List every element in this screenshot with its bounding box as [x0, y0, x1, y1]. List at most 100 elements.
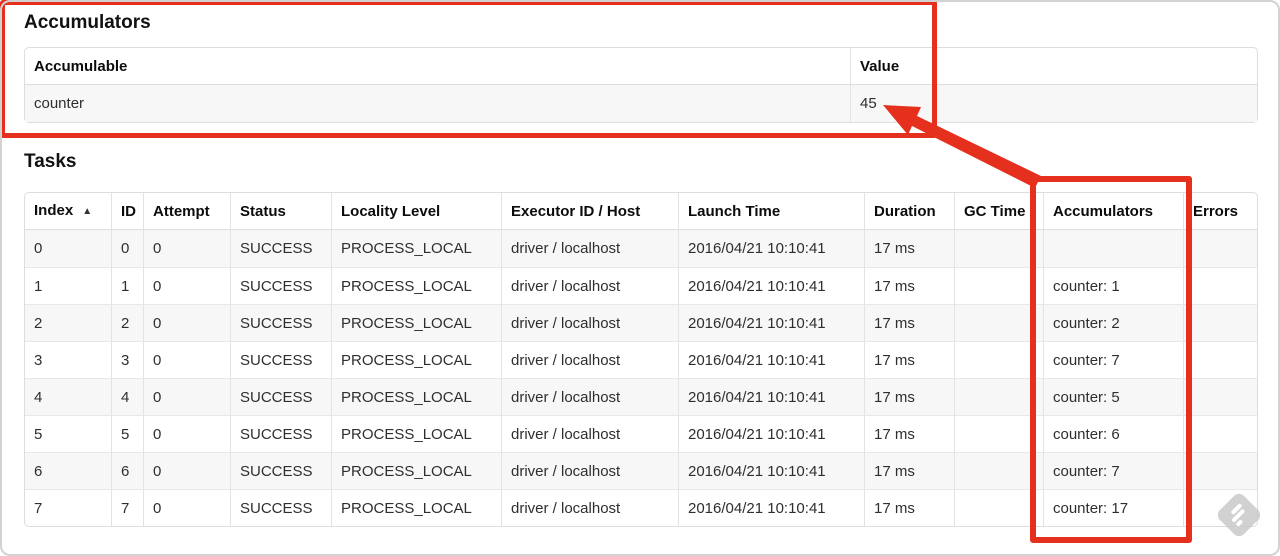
id-cell: 2	[111, 304, 143, 341]
launch-time-cell: 2016/04/21 10:10:41	[678, 341, 864, 378]
column-header-executor-id-host[interactable]: Executor ID / Host	[501, 193, 678, 230]
launch-time-cell: 2016/04/21 10:10:41	[678, 304, 864, 341]
index-cell: 4	[25, 378, 111, 415]
index-cell: 7	[25, 489, 111, 526]
column-header-id[interactable]: ID	[111, 193, 143, 230]
attempt-cell: 0	[143, 378, 230, 415]
column-header-accumulable[interactable]: Accumulable	[25, 48, 850, 85]
id-cell: 7	[111, 489, 143, 526]
column-header-duration[interactable]: Duration	[864, 193, 954, 230]
id-cell: 6	[111, 452, 143, 489]
column-header-attempt[interactable]: Attempt	[143, 193, 230, 230]
column-header-locality-level[interactable]: Locality Level	[331, 193, 501, 230]
task-row: 7 7 0 SUCCESS PROCESS_LOCAL driver / loc…	[25, 489, 1257, 526]
duration-cell: 17 ms	[864, 267, 954, 304]
sort-asc-icon[interactable]: ▲	[82, 206, 92, 217]
task-row: 6 6 0 SUCCESS PROCESS_LOCAL driver / loc…	[25, 452, 1257, 489]
index-cell: 0	[25, 230, 111, 267]
gc-time-cell	[954, 230, 1043, 267]
gc-time-cell	[954, 304, 1043, 341]
accumulators-cell	[1043, 230, 1183, 267]
errors-cell	[1183, 452, 1257, 489]
column-header-errors[interactable]: Errors	[1183, 193, 1257, 230]
status-cell: SUCCESS	[230, 341, 331, 378]
id-cell: 3	[111, 341, 143, 378]
index-cell: 2	[25, 304, 111, 341]
task-row: 2 2 0 SUCCESS PROCESS_LOCAL driver / loc…	[25, 304, 1257, 341]
status-cell: SUCCESS	[230, 267, 331, 304]
column-header-index[interactable]: Index ▲	[25, 193, 111, 230]
errors-cell	[1183, 415, 1257, 452]
duration-cell: 17 ms	[864, 452, 954, 489]
launch-time-cell: 2016/04/21 10:10:41	[678, 415, 864, 452]
attempt-cell: 0	[143, 415, 230, 452]
status-cell: SUCCESS	[230, 230, 331, 267]
accumulators-cell: counter: 7	[1043, 452, 1183, 489]
column-header-status[interactable]: Status	[230, 193, 331, 230]
status-cell: SUCCESS	[230, 415, 331, 452]
accumulators-header-row: Accumulable Value	[25, 48, 1257, 85]
accumulators-cell: counter: 17	[1043, 489, 1183, 526]
executor-cell: driver / localhost	[501, 267, 678, 304]
attempt-cell: 0	[143, 341, 230, 378]
executor-cell: driver / localhost	[501, 230, 678, 267]
duration-cell: 17 ms	[864, 489, 954, 526]
tasks-header-row: Index ▲ ID Attempt Status Locality Level …	[25, 193, 1257, 230]
id-cell: 1	[111, 267, 143, 304]
index-cell: 1	[25, 267, 111, 304]
id-cell: 0	[111, 230, 143, 267]
launch-time-cell: 2016/04/21 10:10:41	[678, 489, 864, 526]
task-row: 5 5 0 SUCCESS PROCESS_LOCAL driver / loc…	[25, 415, 1257, 452]
errors-cell	[1183, 489, 1257, 526]
executor-cell: driver / localhost	[501, 452, 678, 489]
page-content: Accumulators Accumulable Value counter 4…	[24, 12, 1258, 527]
status-cell: SUCCESS	[230, 378, 331, 415]
duration-cell: 17 ms	[864, 341, 954, 378]
task-row: 1 1 0 SUCCESS PROCESS_LOCAL driver / loc…	[25, 267, 1257, 304]
accumulators-cell: counter: 7	[1043, 341, 1183, 378]
gc-time-cell	[954, 267, 1043, 304]
column-header-value[interactable]: Value	[850, 48, 1257, 85]
column-header-gc-time[interactable]: GC Time	[954, 193, 1043, 230]
errors-cell	[1183, 341, 1257, 378]
accumulators-cell: counter: 2	[1043, 304, 1183, 341]
attempt-cell: 0	[143, 304, 230, 341]
duration-cell: 17 ms	[864, 415, 954, 452]
attempt-cell: 0	[143, 489, 230, 526]
column-header-launch-time[interactable]: Launch Time	[678, 193, 864, 230]
duration-cell: 17 ms	[864, 304, 954, 341]
accumulable-value-cell: 45	[850, 85, 1257, 122]
status-cell: SUCCESS	[230, 452, 331, 489]
locality-cell: PROCESS_LOCAL	[331, 304, 501, 341]
locality-cell: PROCESS_LOCAL	[331, 267, 501, 304]
gc-time-cell	[954, 415, 1043, 452]
executor-cell: driver / localhost	[501, 415, 678, 452]
gc-time-cell	[954, 341, 1043, 378]
column-header-accumulators[interactable]: Accumulators	[1043, 193, 1183, 230]
errors-cell	[1183, 378, 1257, 415]
errors-cell	[1183, 304, 1257, 341]
task-row: 4 4 0 SUCCESS PROCESS_LOCAL driver / loc…	[25, 378, 1257, 415]
duration-cell: 17 ms	[864, 378, 954, 415]
launch-time-cell: 2016/04/21 10:10:41	[678, 267, 864, 304]
index-cell: 3	[25, 341, 111, 378]
executor-cell: driver / localhost	[501, 341, 678, 378]
accumulators-table: Accumulable Value counter 45	[24, 47, 1258, 123]
duration-cell: 17 ms	[864, 230, 954, 267]
gc-time-cell	[954, 452, 1043, 489]
locality-cell: PROCESS_LOCAL	[331, 415, 501, 452]
launch-time-cell: 2016/04/21 10:10:41	[678, 378, 864, 415]
accumulators-cell: counter: 6	[1043, 415, 1183, 452]
launch-time-cell: 2016/04/21 10:10:41	[678, 230, 864, 267]
locality-cell: PROCESS_LOCAL	[331, 452, 501, 489]
attempt-cell: 0	[143, 267, 230, 304]
gc-time-cell	[954, 378, 1043, 415]
errors-cell	[1183, 267, 1257, 304]
index-cell: 6	[25, 452, 111, 489]
status-cell: SUCCESS	[230, 489, 331, 526]
gc-time-cell	[954, 489, 1043, 526]
accumulators-cell: counter: 5	[1043, 378, 1183, 415]
task-row: 0 0 0 SUCCESS PROCESS_LOCAL driver / loc…	[25, 230, 1257, 267]
accumulable-name-cell: counter	[25, 85, 850, 122]
accumulator-row: counter 45	[25, 85, 1257, 122]
